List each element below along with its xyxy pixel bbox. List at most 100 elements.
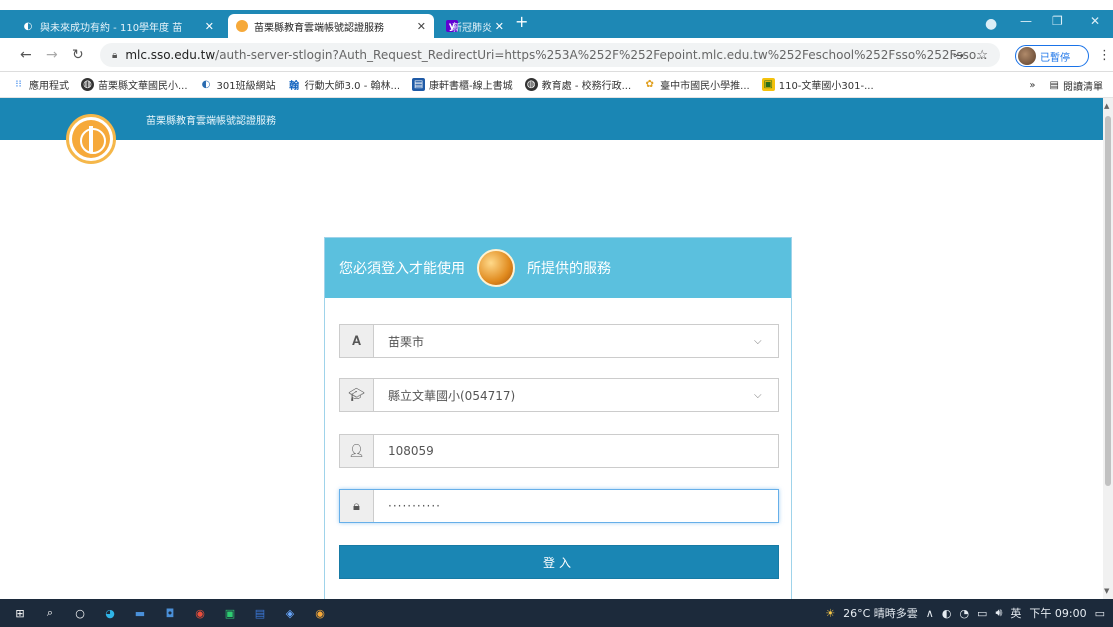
- reload-icon[interactable]: ↻: [72, 47, 84, 63]
- star-icon[interactable]: ☆: [976, 48, 988, 63]
- search-icon[interactable]: ⌕: [40, 605, 60, 621]
- weather-text[interactable]: 26°C 晴時多雲: [843, 605, 918, 621]
- web-icon: ◐: [23, 20, 33, 32]
- bookmark-label: 行動大師3.0 - 翰林...: [304, 81, 401, 92]
- url-input[interactable]: 🔒︎ mlc.sso.edu.tw/auth-server-stlogin?Au…: [100, 43, 1000, 67]
- bookmark-item[interactable]: 翰 行動大師3.0 - 翰林...: [288, 77, 400, 92]
- file-explorer-icon[interactable]: ▬: [130, 605, 150, 621]
- bookmark-label: 康軒書櫃-線上書城: [429, 81, 513, 92]
- site-header: 苗栗縣教育雲端帳號認證服務: [0, 98, 1103, 140]
- site-title: 苗栗縣教育雲端帳號認證服務: [146, 116, 276, 127]
- lock-icon: 🔒︎: [112, 49, 118, 61]
- battery-icon[interactable]: ▭: [977, 607, 987, 620]
- chevron-down-icon: ⌵: [754, 389, 762, 401]
- tab-2[interactable]: 苗栗縣教育雲端帳號認證服務 ✕: [228, 14, 434, 38]
- network-icon[interactable]: ◔: [959, 607, 969, 620]
- bookmark-item[interactable]: ◍ 教育處 - 校務行政...: [524, 77, 632, 92]
- url-path: /auth-server-stlogin?Auth_Request_Redire…: [215, 48, 988, 62]
- tray-app-icon[interactable]: ◐: [942, 607, 952, 620]
- weather-icon: ☀: [825, 606, 836, 620]
- reading-list-label[interactable]: 閱讀清單: [1063, 78, 1103, 93]
- book-icon: ▤: [412, 78, 426, 91]
- bookmark-label: 臺中市國民小學推...: [660, 81, 750, 92]
- bookmark-item[interactable]: ✿ 臺中市國民小學推...: [643, 77, 750, 92]
- tab-title: 新冠肺炎延燒 疫情不斷更新 - Ya: [452, 22, 492, 34]
- bookmark-label: 301班級網站: [216, 81, 276, 92]
- globe-icon: ◍: [81, 78, 94, 91]
- apps-icon: ⁝⁝: [15, 79, 22, 90]
- menu-icon[interactable]: ⋮: [1098, 48, 1111, 63]
- password-field[interactable]: 🔒︎ ···········: [339, 489, 779, 523]
- bookmarks-right: » ▤ 閱讀清單: [1029, 78, 1103, 93]
- minimize-icon[interactable]: —: [1020, 14, 1032, 28]
- tab-3-title[interactable]: 新冠肺炎延燒 疫情不斷更新 - Ya ✕: [452, 14, 506, 38]
- restore-icon[interactable]: ❐: [1052, 14, 1063, 28]
- volume-icon[interactable]: 🔊︎: [995, 606, 1002, 620]
- bookmark-item[interactable]: ▤ 康軒書櫃-線上書城: [412, 77, 513, 92]
- hanlin-icon: 翰: [289, 81, 300, 92]
- notification-icon[interactable]: ▭: [1095, 607, 1105, 620]
- windows-start-icon[interactable]: ⊞: [10, 605, 30, 621]
- city-value: 苗栗市: [388, 334, 425, 349]
- app-icon[interactable]: ◈: [280, 605, 300, 621]
- school-value: 縣立文華國小(054717): [388, 388, 516, 403]
- scrollbar[interactable]: ▲ ▼: [1103, 98, 1113, 599]
- close-icon[interactable]: ✕: [495, 20, 504, 33]
- scroll-up-icon[interactable]: ▲: [1104, 102, 1109, 110]
- new-tab-icon[interactable]: +: [515, 12, 528, 31]
- clock[interactable]: 下午 09:00: [1029, 605, 1086, 621]
- close-icon[interactable]: ✕: [205, 20, 214, 33]
- graduation-cap-icon: 🎓︎: [340, 379, 374, 411]
- word-icon[interactable]: ▤: [250, 605, 270, 621]
- profile-button[interactable]: 已暫停: [1015, 45, 1089, 67]
- bookmark-label: 110-文華國小301-...: [778, 81, 874, 92]
- tab-1[interactable]: ◐ 與未來成功有約 - 110學年度 苗 ✕: [14, 14, 222, 38]
- key-icon[interactable]: ⊶: [953, 49, 964, 62]
- login-button[interactable]: 登入: [339, 545, 779, 579]
- chevron-up-icon[interactable]: ∧: [926, 607, 934, 620]
- flower-icon: ✿: [645, 79, 654, 90]
- tab-title: 與未來成功有約 - 110學年度 苗: [40, 22, 183, 34]
- header-text-right: 所提供的服務: [527, 261, 611, 277]
- site-icon: [236, 20, 248, 32]
- username-field[interactable]: 👤︎ 108059: [339, 434, 779, 468]
- scroll-down-icon[interactable]: ▼: [1104, 587, 1109, 595]
- bookmark-item[interactable]: ◍ 苗栗縣文華國民小...: [81, 77, 188, 92]
- login-header: 您必須登入才能使用 所提供的服務: [325, 238, 791, 298]
- taskbar: ⊞ ⌕ ○ ◕ ▬ ◘ ◉ ▣ ▤ ◈ ◉ ☀ 26°C 晴時多雲 ∧ ◐ ◔ …: [0, 599, 1113, 627]
- bookmark-label: 苗栗縣文華國民小...: [98, 81, 188, 92]
- globe-icon: ◍: [524, 78, 538, 91]
- cortana-icon[interactable]: ○: [70, 605, 90, 621]
- forward-icon[interactable]: →: [46, 47, 58, 63]
- store-icon[interactable]: ◘: [160, 605, 180, 621]
- bookmark-apps[interactable]: ⁝⁝ 應用程式: [12, 77, 69, 92]
- chrome-icon[interactable]: ◉: [190, 605, 210, 621]
- top-strip: [0, 0, 1113, 10]
- line-icon[interactable]: ▣: [220, 605, 240, 621]
- user-icon: 👤︎: [340, 435, 374, 467]
- edge-icon[interactable]: ◕: [100, 605, 120, 621]
- bookmark-item[interactable]: ◐ 301班級網站: [200, 77, 276, 92]
- chrome-active-icon[interactable]: ◉: [310, 605, 330, 621]
- record-icon[interactable]: ●: [985, 16, 997, 32]
- scrollbar-thumb[interactable]: [1105, 116, 1111, 486]
- close-icon[interactable]: ✕: [417, 20, 426, 33]
- bookmark-label: 教育處 - 校務行政...: [541, 81, 632, 92]
- close-window-icon[interactable]: ✕: [1090, 14, 1100, 28]
- bookmark-item[interactable]: ▣ 110-文華國小301-...: [761, 77, 874, 92]
- lock-icon: 🔒︎: [340, 490, 374, 522]
- profile-label: 已暫停: [1040, 52, 1070, 64]
- tab-bar: ◐ 與未來成功有約 - 110學年度 苗 ✕ 苗栗縣教育雲端帳號認證服務 ✕ y…: [0, 10, 1113, 38]
- school-select[interactable]: 🎓︎ 縣立文華國小(054717) ⌵: [339, 378, 779, 412]
- road-icon: 𝐀: [340, 325, 374, 357]
- ime-indicator[interactable]: 英: [1010, 605, 1021, 621]
- photo-icon: ▣: [761, 78, 775, 91]
- reading-list-icon: ▤: [1049, 80, 1059, 91]
- bookmark-label: 應用程式: [29, 81, 69, 92]
- more-bookmarks-icon[interactable]: »: [1029, 80, 1035, 91]
- back-icon[interactable]: ←: [20, 47, 32, 63]
- web-icon: ◐: [201, 79, 211, 90]
- city-select[interactable]: 𝐀 苗栗市 ⌵: [339, 324, 779, 358]
- site-logo: [66, 114, 116, 164]
- address-bar: ← → ↻ 🔒︎ mlc.sso.edu.tw/auth-server-stlo…: [0, 38, 1113, 72]
